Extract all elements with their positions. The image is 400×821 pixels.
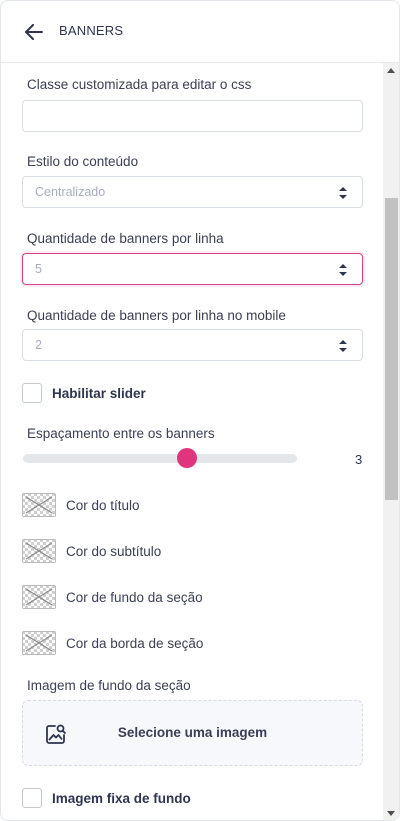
scroll-up-arrow-icon[interactable] [387, 68, 395, 73]
spacing-slider[interactable] [23, 448, 297, 468]
scroll-down-arrow-icon[interactable] [387, 811, 395, 816]
subtitle-color-label: Cor do subtítulo [66, 543, 162, 559]
transparent-color-swatch-icon [22, 585, 56, 609]
settings-form: Classe customizada para editar o css Est… [1, 63, 383, 820]
banners-settings-panel: BANNERS Classe customizada para editar o… [0, 0, 400, 821]
select-image-button[interactable]: Selecione uma imagem [22, 700, 363, 766]
banners-per-row-label: Quantidade de banners por linha [27, 231, 224, 246]
css-class-label: Classe customizada para editar o css [27, 77, 252, 92]
enable-slider-label: Habilitar slider [52, 385, 146, 401]
page-title: BANNERS [59, 23, 124, 38]
enable-slider-checkbox[interactable] [22, 383, 42, 403]
back-button[interactable] [21, 19, 47, 45]
section-background-color-label: Cor de fundo da seção [66, 589, 203, 605]
section-border-color-label: Cor da borda de seção [66, 635, 204, 651]
banners-per-row-mobile-label: Quantidade de banners por linha no mobil… [27, 308, 286, 323]
banners-per-row-mobile-value: 2 [35, 338, 42, 352]
spacing-value: 3 [355, 452, 363, 467]
background-image-label: Imagem de fundo da seção [27, 678, 191, 693]
transparent-color-swatch-icon [22, 539, 56, 563]
transparent-color-swatch-icon [22, 631, 56, 655]
content-style-value: Centralizado [35, 185, 106, 199]
spacing-label: Espaçamento entre os banners [27, 426, 215, 441]
enable-slider-checkbox-row[interactable]: Habilitar slider [22, 383, 146, 403]
arrow-left-icon [25, 24, 43, 40]
color-picker-section-background[interactable]: Cor de fundo da seção [22, 585, 203, 609]
panel-header: BANNERS [1, 1, 399, 63]
banners-per-row-mobile-select[interactable]: 2 [22, 329, 363, 361]
content-style-select[interactable]: Centralizado [22, 176, 363, 208]
fixed-background-checkbox[interactable] [22, 788, 42, 808]
vertical-scrollbar[interactable] [383, 63, 399, 820]
scrollbar-thumb[interactable] [385, 198, 398, 500]
sort-arrows-icon [339, 340, 347, 352]
sort-arrows-icon [339, 187, 347, 199]
spacing-slider-thumb[interactable] [177, 448, 198, 468]
banners-per-row-value: 5 [35, 262, 42, 276]
color-picker-title[interactable]: Cor do título [22, 493, 140, 517]
color-picker-subtitle[interactable]: Cor do subtítulo [22, 539, 161, 563]
sort-arrows-icon [339, 264, 347, 276]
select-image-label: Selecione uma imagem [117, 725, 268, 740]
color-picker-section-border[interactable]: Cor da borda de seção [22, 631, 203, 655]
banners-per-row-select[interactable]: 5 [22, 253, 363, 285]
fixed-background-checkbox-row[interactable]: Imagem fixa de fundo [22, 788, 191, 808]
transparent-color-swatch-icon [22, 493, 56, 517]
css-class-input[interactable] [22, 100, 363, 132]
fixed-background-label: Imagem fixa de fundo [52, 790, 191, 806]
content-style-label: Estilo do conteúdo [27, 154, 139, 169]
title-color-label: Cor do título [66, 497, 140, 513]
